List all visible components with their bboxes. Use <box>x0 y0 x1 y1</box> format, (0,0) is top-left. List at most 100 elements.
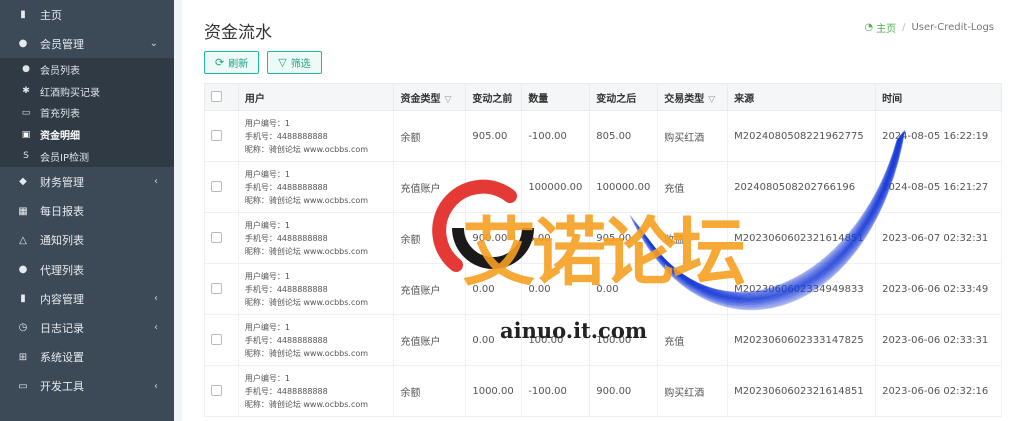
after-cell: 100.00 <box>589 314 659 366</box>
user-id: 用户编号：1 <box>244 220 290 230</box>
row-select-cell[interactable] <box>204 212 239 264</box>
credit-type-cell: 余额 <box>393 110 467 162</box>
sidebar-item-notifications[interactable]: △ 通知列表 <box>0 226 174 255</box>
sidebar-item-daily-report[interactable]: ▦ 每日报表 <box>0 197 174 226</box>
source-cell: M2023060602334949833 <box>727 263 877 315</box>
column-header-label: 资金类型 <box>400 93 441 105</box>
clock-icon: ◷ <box>18 322 28 334</box>
windows-icon: ⊞ <box>18 351 28 363</box>
row-select-cell[interactable] <box>204 314 239 366</box>
table-row[interactable]: 用户编号：1 手机号：4488888888 昵称：骑创论坛 www.ocbbs.… <box>204 110 1002 162</box>
filter-button[interactable]: ▽ 筛选 <box>267 51 322 74</box>
filter-icon[interactable]: ▽ <box>708 95 715 105</box>
table-row[interactable]: 用户编号：1 手机号：4488888888 昵称：骑创论坛 www.ocbbs.… <box>204 161 1002 213</box>
before-cell: 1000.00 <box>465 365 523 417</box>
sidebar-item-members[interactable]: ● 会员管理 ⌄ <box>0 29 174 59</box>
column-header-source[interactable]: 来源 <box>727 83 877 111</box>
user-icon: ● <box>22 64 30 75</box>
page-title: 资金流水 <box>204 23 272 43</box>
chevron-down-icon: ⌄ <box>149 38 158 50</box>
table-header-row: 用户 资金类型 ▽ 变动之前 数量 变动之后 交易类型 ▽ 来源 时间 <box>204 83 1002 111</box>
user-nickname: 昵称：骑创论坛 www.ocbbs.com <box>244 399 369 409</box>
time-cell: 2024-08-05 16:21:27 <box>875 161 1002 213</box>
row-checkbox[interactable] <box>211 181 222 193</box>
breadcrumb-home[interactable]: ◔ 主页 <box>864 20 896 35</box>
sidebar-item-content[interactable]: ▮ 内容管理 ‹ <box>0 284 174 313</box>
sidebar-subitem-label: 红酒购买记录 <box>40 87 100 99</box>
table-row[interactable]: 用户编号：1 手机号：4488888888 昵称：骑创论坛 www.ocbbs.… <box>204 314 1002 366</box>
user-cell: 用户编号：1 手机号：4488888888 昵称：骑创论坛 www.ocbbs.… <box>237 161 395 213</box>
filter-button-label: 筛选 <box>290 59 311 70</box>
sidebar-subitem-ip-check[interactable]: S 会员IP检测 <box>0 146 174 168</box>
sidebar-item-agents[interactable]: ● 代理列表 <box>0 255 174 284</box>
sidebar-subitem-first-recharge[interactable]: ▭ 首充列表 <box>0 102 174 124</box>
trade-type-cell: 购买红酒 <box>657 110 729 162</box>
sidebar-item-home[interactable]: ▮ 主页 <box>0 0 174 29</box>
user-nickname: 昵称：骑创论坛 www.ocbbs.com <box>244 348 369 358</box>
sidebar-item-logs[interactable]: ◷ 日志记录 ‹ <box>0 313 174 342</box>
time-cell: 2023-06-07 02:32:31 <box>875 212 1002 264</box>
breadcrumb-separator: / <box>902 22 906 33</box>
column-header-trade-type[interactable]: 交易类型 ▽ <box>657 83 729 111</box>
row-checkbox[interactable] <box>211 385 222 397</box>
sidebar-subitem-member-list[interactable]: ● 会员列表 <box>0 58 174 80</box>
column-header-time[interactable]: 时间 <box>875 83 1002 111</box>
column-header-label: 交易类型 <box>664 93 705 105</box>
user-nickname: 昵称：骑创论坛 www.ocbbs.com <box>244 297 369 307</box>
column-header-type[interactable]: 资金类型 ▽ <box>393 83 467 111</box>
user-id: 用户编号：1 <box>244 118 290 128</box>
user-phone: 手机号：4488888888 <box>244 284 328 294</box>
before-cell: 0.00 <box>465 314 523 366</box>
chevron-left-icon: ‹ <box>154 380 158 392</box>
bookmark-icon: ▮ <box>20 293 26 305</box>
sidebar-item-settings[interactable]: ⊞ 系统设置 <box>0 342 174 371</box>
table-row[interactable]: 用户编号：1 手机号：4488888888 昵称：骑创论坛 www.ocbbs.… <box>204 365 1002 417</box>
trade-type-cell <box>657 263 729 315</box>
row-checkbox[interactable] <box>211 283 222 295</box>
sidebar-item-label: 代理列表 <box>40 263 84 277</box>
dashboard-icon: ▮ <box>20 9 26 21</box>
sidebar-subitem-wine-records[interactable]: ✱ 红酒购买记录 <box>0 80 174 102</box>
sidebar-item-label: 系统设置 <box>40 351 84 365</box>
filter-icon[interactable]: ▽ <box>444 95 451 105</box>
column-header-user[interactable]: 用户 <box>237 83 395 111</box>
table-row[interactable]: 用户编号：1 手机号：4488888888 昵称：骑创论坛 www.ocbbs.… <box>204 263 1002 315</box>
breadcrumb-home-label: 主页 <box>876 24 897 35</box>
select-all-checkbox[interactable] <box>211 91 222 103</box>
sidebar-item-dev-tools[interactable]: ▭ 开发工具 ‹ <box>0 372 174 401</box>
after-cell: 905.00 <box>589 212 659 264</box>
user-nickname: 昵称：骑创论坛 www.ocbbs.com <box>244 246 369 256</box>
row-select-cell[interactable] <box>204 110 239 162</box>
bell-icon: △ <box>19 234 27 246</box>
sidebar-item-finance[interactable]: ◆ 财务管理 ‹ <box>0 167 174 196</box>
before-cell: 905.00 <box>465 110 523 162</box>
amount-cell: 100000.00 <box>521 161 591 213</box>
trade-type-cell: 收益 <box>657 212 729 264</box>
column-header-before[interactable]: 变动之前 <box>465 83 523 111</box>
money-icon: ▣ <box>21 129 31 140</box>
calendar-icon: ▦ <box>18 205 28 217</box>
source-cell: M2023060602321614851 <box>727 365 877 417</box>
before-cell: 0.00 <box>465 161 523 213</box>
sidebar-item-label: 主页 <box>40 8 62 22</box>
sidebar-subitem-label: 首充列表 <box>40 109 80 121</box>
sidebar-subitem-label: 会员IP检测 <box>40 152 89 164</box>
table-row[interactable]: 用户编号：1 手机号：4488888888 昵称：骑创论坛 www.ocbbs.… <box>204 212 1002 264</box>
sidebar-item-label: 日志记录 <box>40 321 84 335</box>
column-header-after[interactable]: 变动之后 <box>589 83 659 111</box>
row-select-cell[interactable] <box>204 161 239 213</box>
sidebar-subitem-credit-details[interactable]: ▣ 资金明细 <box>0 124 174 146</box>
refresh-button[interactable]: ⟳ 刷新 <box>204 51 260 74</box>
row-select-cell[interactable] <box>204 263 239 315</box>
credit-type-cell: 充值账户 <box>393 263 467 315</box>
row-select-cell[interactable] <box>204 365 239 417</box>
column-header-amount[interactable]: 数量 <box>521 83 591 111</box>
sidebar-subitem-label: 资金明细 <box>40 131 80 143</box>
row-checkbox[interactable] <box>211 130 222 142</box>
column-header-label: 数量 <box>528 93 549 105</box>
time-cell: 2024-08-05 16:22:19 <box>875 110 1002 162</box>
select-all-cell[interactable] <box>204 83 239 111</box>
row-checkbox[interactable] <box>211 334 222 346</box>
after-cell: 805.00 <box>589 110 659 162</box>
row-checkbox[interactable] <box>211 232 222 244</box>
